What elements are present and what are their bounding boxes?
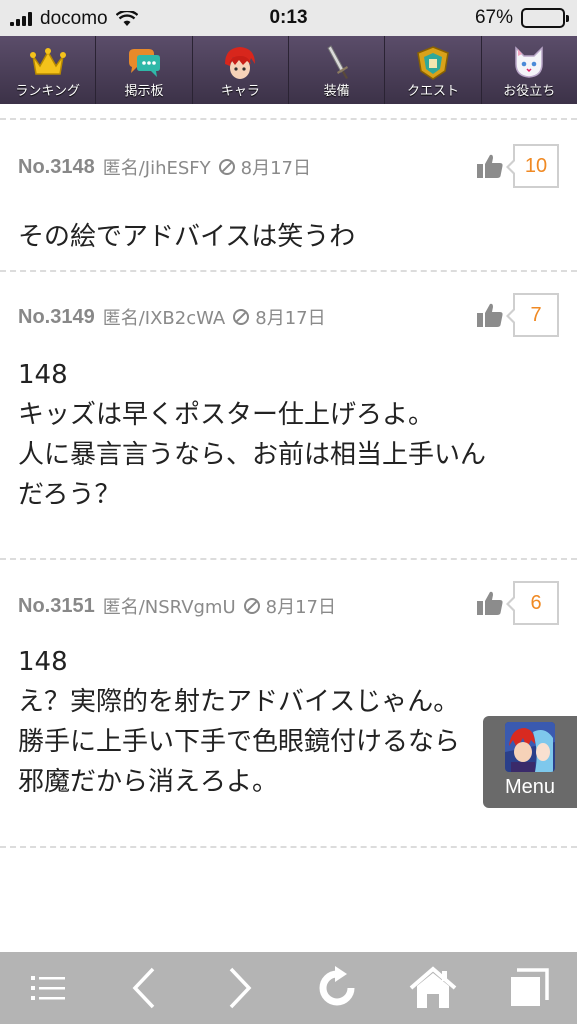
reload-button[interactable] xyxy=(307,958,367,1018)
like-control[interactable]: 7 xyxy=(475,293,559,337)
chat-bubble-icon xyxy=(124,44,164,82)
thumbs-up-icon[interactable] xyxy=(475,151,505,181)
comment-line: だろう？ xyxy=(18,480,121,510)
like-count: 10 xyxy=(506,144,559,188)
comment-line: キッズは早くポスター仕上げろよ。 xyxy=(18,400,435,430)
tab-character[interactable]: キャラ xyxy=(193,36,289,104)
tab-label: 掲示板 xyxy=(124,84,164,99)
top-nav: ランキング 掲示板 キャラ 装備 クエスト お役立ち xyxy=(0,36,577,104)
comment-date: 8月17日 xyxy=(240,158,312,179)
browser-toolbar xyxy=(0,952,577,1024)
comment-number[interactable]: No.3149 xyxy=(18,306,95,329)
thumbs-up-icon[interactable] xyxy=(475,300,505,330)
forward-arrow-icon xyxy=(230,967,252,1009)
back-button[interactable] xyxy=(114,958,174,1018)
block-icon[interactable] xyxy=(233,309,250,325)
tab-useful[interactable]: お役立ち xyxy=(482,36,577,104)
character-icon xyxy=(220,44,260,82)
comment-date: 8月17日 xyxy=(255,308,326,329)
list-button[interactable] xyxy=(18,958,78,1018)
comment-meta: No.3148 匿名/JihESFY 8月17日 xyxy=(18,154,311,180)
tab-quest[interactable]: クエスト xyxy=(385,36,482,104)
comment-author: 匿名/IXB2cWA xyxy=(102,308,226,329)
tab-label: キャラ xyxy=(220,84,260,99)
comment-line: 148 xyxy=(18,360,68,390)
sword-icon xyxy=(317,44,357,82)
tab-label: ランキング xyxy=(15,84,80,99)
tab-label: 装備 xyxy=(323,84,350,99)
crown-icon xyxy=(28,44,68,82)
status-bar: docomo 0:13 67% xyxy=(0,0,577,36)
battery-icon xyxy=(521,8,569,28)
comment-line: 人に暴言言うなら、お前は相当上手いん xyxy=(18,440,487,470)
thumbs-up-icon[interactable] xyxy=(475,588,505,618)
list-icon xyxy=(31,976,66,1000)
back-arrow-icon xyxy=(132,967,155,1009)
divider xyxy=(0,846,577,848)
like-control[interactable]: 6 xyxy=(475,581,559,625)
tab-label: お役立ち xyxy=(503,84,556,99)
tabs-icon xyxy=(510,968,549,1006)
like-control[interactable]: 10 xyxy=(475,144,559,188)
tab-label: クエスト xyxy=(406,84,459,99)
tab-board[interactable]: 掲示板 xyxy=(96,36,193,104)
home-icon xyxy=(409,966,457,1008)
comment-item: No.3149 匿名/IXB2cWA 8月17日 7 148 キッズは早くポスタ… xyxy=(0,272,577,558)
quest-emblem-icon xyxy=(413,44,453,82)
comment-date: 8月17日 xyxy=(265,597,337,618)
comment-meta: No.3151 匿名/NSRVgmU 8月17日 xyxy=(18,593,336,619)
comment-item: No.3148 匿名/JihESFY 8月17日 10 その絵でアドバイスは笑う… xyxy=(0,120,577,270)
block-icon[interactable] xyxy=(243,598,260,614)
tabs-button[interactable] xyxy=(499,958,559,1018)
tab-ranking[interactable]: ランキング xyxy=(0,36,97,104)
like-count: 7 xyxy=(506,293,559,337)
comment-line: え？実際的を射たアドバイスじゃん。 xyxy=(18,687,460,717)
comment-line: 148 xyxy=(18,647,68,677)
like-count: 6 xyxy=(506,581,559,625)
comment-line: 勝手に上手い下手で色眼鏡付けるなら xyxy=(18,727,461,757)
cat-helper-icon xyxy=(509,44,549,82)
comment-author: 匿名/JihESFY xyxy=(102,158,211,179)
forward-button[interactable] xyxy=(210,958,270,1018)
reload-icon xyxy=(319,966,355,1006)
comment-body: その絵でアドバイスは笑うわ xyxy=(18,217,355,257)
menu-character-thumbnail xyxy=(505,722,555,772)
home-button[interactable] xyxy=(403,958,463,1018)
tab-equipment[interactable]: 装備 xyxy=(289,36,386,104)
comment-body: 148 え？実際的を射たアドバイスじゃん。 勝手に上手い下手で色眼鏡付けるなら … xyxy=(18,642,460,802)
floating-menu-button[interactable]: Menu xyxy=(483,716,577,808)
comment-author: 匿名/NSRVgmU xyxy=(102,597,236,618)
comment-line: 邪魔だから消えろよ。 xyxy=(18,767,279,797)
comment-line: その絵でアドバイスは笑うわ xyxy=(18,222,356,252)
menu-label: Menu xyxy=(504,776,556,798)
comment-number[interactable]: No.3148 xyxy=(18,156,95,179)
battery-percent: 67% xyxy=(474,7,513,28)
comment-body: 148 キッズは早くポスター仕上げろよ。 人に暴言言うなら、お前は相当上手いん … xyxy=(18,355,486,515)
block-icon[interactable] xyxy=(218,159,235,175)
comment-number[interactable]: No.3151 xyxy=(18,595,95,618)
comment-meta: No.3149 匿名/IXB2cWA 8月17日 xyxy=(18,304,326,330)
